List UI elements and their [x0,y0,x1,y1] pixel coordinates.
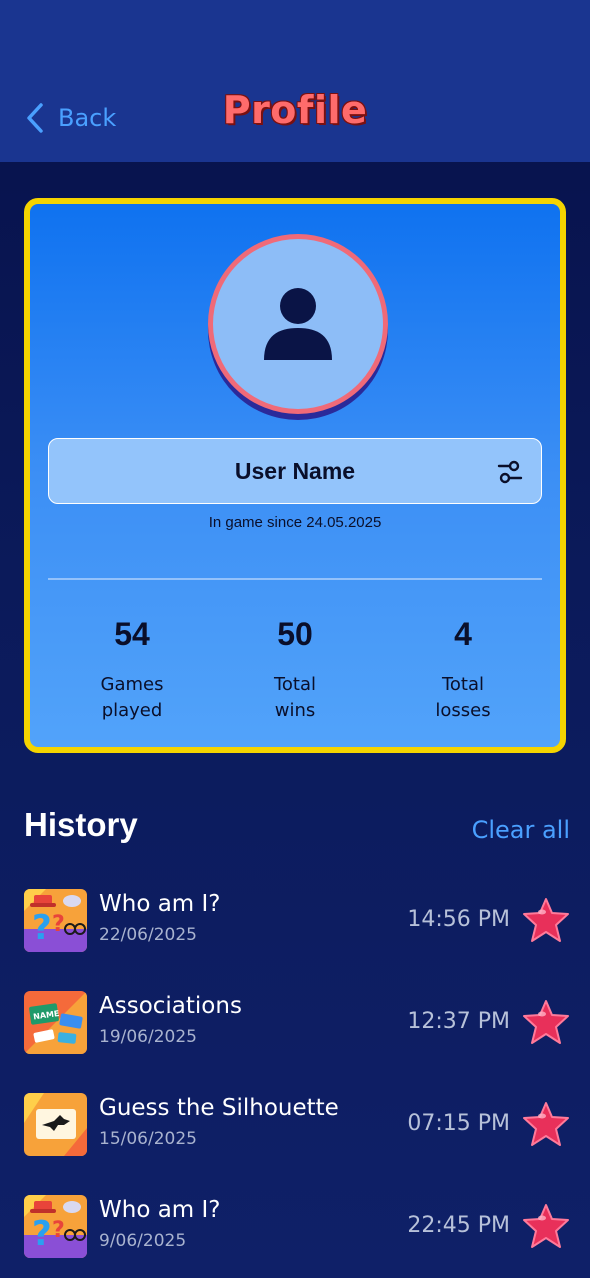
game-time: 22:45 PM [407,1213,510,1238]
silhouette-thumbnail-icon [24,1093,87,1156]
svg-text:?: ? [52,1218,65,1243]
stat-total-wins: 50 Total wins [215,616,375,724]
top-bar: Back Profile [0,0,590,162]
history-item[interactable]: ? ? Who am I? 9/06/2025 22:45 PM [24,1195,570,1259]
stat-label: Games played [100,674,164,721]
game-date: 9/06/2025 [99,1231,187,1251]
stat-value: 54 [114,616,150,652]
avatar-circle [208,234,388,414]
game-date: 15/06/2025 [99,1129,197,1149]
stat-games-played: 54 Games played [52,616,212,724]
history-item[interactable]: Guess the Silhouette 15/06/2025 07:15 PM [24,1093,570,1157]
history-item[interactable]: ? ? Who am I? 22/06/2025 14:56 PM [24,889,570,953]
game-name: Who am I? [99,891,221,917]
profile-card: User Name In game since 24.05.2025 54 Ga… [24,198,566,753]
game-date: 19/06/2025 [99,1027,197,1047]
member-since: In game since 24.05.2025 [208,514,382,531]
star-icon[interactable] [522,1203,570,1249]
username-label: User Name [234,457,356,484]
game-time: 14:56 PM [407,907,510,932]
page-title: Profile [222,88,368,132]
game-time: 12:37 PM [407,1009,510,1034]
svg-text:?: ? [52,912,65,937]
clear-all-button[interactable]: Clear all [472,816,570,844]
history-item[interactable]: NAME Associations 19/06/2025 12:37 PM [24,991,570,1055]
game-name: Guess the Silhouette [99,1095,339,1121]
username-field[interactable]: User Name [48,438,542,504]
game-date: 22/06/2025 [99,925,197,945]
game-name: Associations [99,993,242,1019]
stat-label: Total losses [435,674,491,721]
user-icon [264,288,332,360]
stat-value: 4 [454,616,472,652]
associations-thumbnail-icon: NAME [24,991,87,1054]
divider [48,578,542,580]
stat-value: 50 [277,616,313,652]
history-heading: History [24,806,138,843]
game-name: Who am I? [99,1197,221,1223]
svg-text:?: ? [32,1214,52,1254]
game-time: 07:15 PM [407,1111,510,1136]
star-icon[interactable] [522,1101,570,1147]
stat-total-losses: 4 Total losses [383,616,543,724]
star-icon[interactable] [522,897,570,943]
stat-label: Total wins [273,674,317,721]
star-icon[interactable] [522,999,570,1045]
avatar[interactable] [208,234,388,420]
who-am-i-thumbnail-icon: ? ? [24,889,87,952]
settings-sliders-icon[interactable] [497,459,523,485]
svg-text:?: ? [32,908,52,948]
who-am-i-thumbnail-icon: ? ? [24,1195,87,1258]
